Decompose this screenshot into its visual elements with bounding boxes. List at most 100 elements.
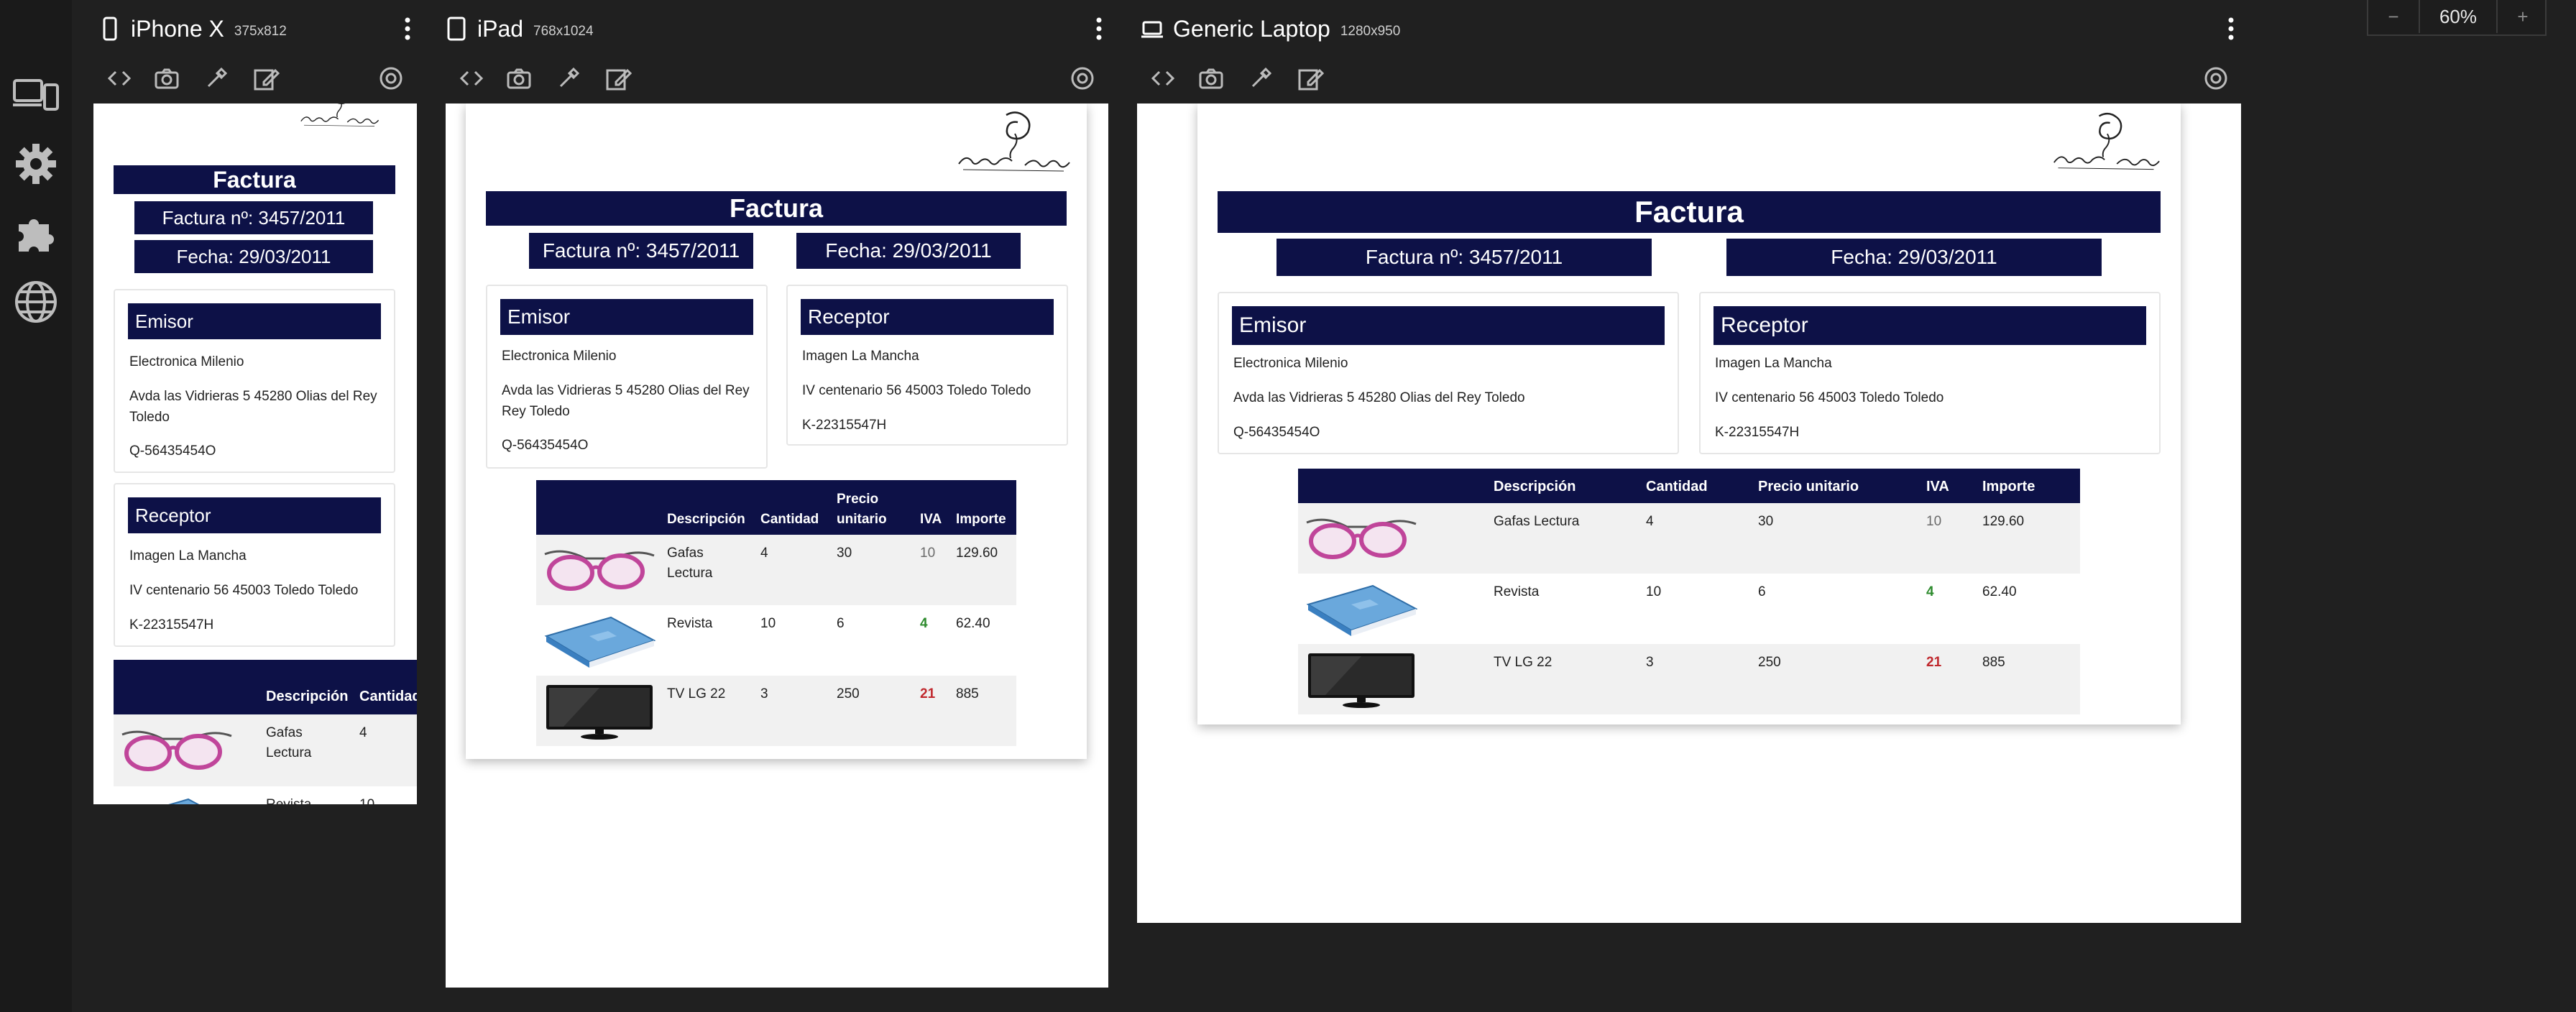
cell-descripcion: Revista: [667, 616, 713, 631]
eyedropper-icon[interactable]: [555, 65, 582, 92]
receptor-address: IV centenario 56 45003 Toledo Toledo: [802, 383, 1031, 398]
cell-importe: 885: [1982, 655, 2005, 670]
receptor-address: IV centenario 56 45003 Toledo Toledo: [1715, 390, 1944, 405]
cell-importe: 885: [956, 686, 979, 702]
ipad-viewport[interactable]: Factura Factura nº: 3457/2011 Fecha: 29/…: [446, 104, 1108, 988]
emisor-address: Avda las Vidrieras 5 45280 Olias del Rey…: [1233, 390, 1525, 405]
eyedropper-icon[interactable]: [1247, 65, 1274, 92]
device-title-ipad: iPad 768x1024: [446, 13, 594, 45]
zoom-level: 60%: [2419, 0, 2498, 33]
table-row: Gafas Lectura 4: [114, 714, 417, 786]
more-icon[interactable]: [1094, 16, 1104, 42]
col-descripcion: Descripción: [266, 689, 349, 704]
emisor-tax-id: Q-56435454O: [1233, 425, 1320, 440]
edit-icon[interactable]: [1297, 65, 1324, 92]
table-row: TV LG 22 3 250 21 885: [1298, 644, 2080, 714]
emisor-name: Electronica Milenio: [502, 349, 617, 364]
book-image: [542, 612, 657, 669]
device-name: iPad: [477, 15, 524, 42]
globe-icon[interactable]: [13, 279, 59, 325]
edit-icon[interactable]: [604, 65, 632, 92]
invoice-title: Factura: [1218, 191, 2161, 233]
receptor-heading: Receptor: [801, 299, 1054, 335]
more-icon[interactable]: [2226, 16, 2236, 42]
table-header: Descripción Cantidad Precio unitario IVA…: [536, 480, 1016, 535]
cell-descripcion: Revista: [1494, 584, 1540, 599]
cell-cantidad: 4: [359, 725, 367, 740]
device-name: Generic Laptop: [1173, 15, 1330, 42]
signature-logo: [956, 108, 1071, 180]
table-row: Revista 10 6 4 62.40: [536, 605, 1016, 676]
edit-icon[interactable]: [252, 65, 280, 92]
cell-iva: 21: [1926, 655, 1942, 670]
table-row: Revista 10 6 4 62.40: [1298, 574, 2080, 644]
cell-descripcion: Revista: [266, 795, 311, 804]
emisor-heading: Emisor: [128, 303, 381, 339]
code-icon[interactable]: [1149, 65, 1177, 92]
receptor-tax-id: K-22315547H: [802, 418, 887, 433]
device-title-laptop: Generic Laptop 1280x950: [1141, 13, 1400, 45]
rotate-icon[interactable]: [1069, 65, 1096, 92]
cell-cantidad: 3: [1646, 655, 1654, 670]
invoice-date: Fecha: 29/03/2011: [1726, 239, 2102, 276]
code-icon[interactable]: [458, 65, 485, 92]
invoice-date: Fecha: 29/03/2011: [134, 240, 373, 273]
emisor-card: Emisor Electronica Milenio Avda las Vidr…: [1218, 292, 1679, 454]
device-name: iPhone X: [131, 15, 224, 42]
receptor-name: Imagen La Mancha: [1715, 356, 1832, 371]
invoice-title: Factura: [486, 191, 1067, 226]
col-importe: Importe: [1982, 479, 2036, 494]
eyedropper-icon[interactable]: [203, 65, 230, 92]
cell-iva: 4: [1926, 584, 1934, 599]
tv-image: [1304, 650, 1419, 708]
receptor-heading: Receptor: [128, 497, 381, 533]
cell-descripcion: TV LG 22: [667, 686, 726, 702]
puzzle-icon[interactable]: [13, 210, 59, 256]
cell-descripcion: Gafas: [667, 546, 704, 561]
iphone-viewport[interactable]: Factura Factura nº: 3457/2011 Fecha: 29/…: [93, 104, 417, 804]
cell-iva: 10: [1926, 514, 1942, 529]
more-icon[interactable]: [402, 16, 413, 42]
gear-icon[interactable]: [13, 141, 59, 187]
emisor-name: Electronica Milenio: [129, 354, 244, 369]
zoom-in-button[interactable]: +: [2498, 0, 2548, 33]
zoom-out-button[interactable]: −: [2368, 0, 2419, 33]
camera-icon[interactable]: [1197, 65, 1225, 92]
col-precio: Precio: [837, 492, 879, 507]
cell-descripcion: TV LG 22: [1494, 655, 1552, 670]
invoice-number: Factura nº: 3457/2011: [1276, 239, 1652, 276]
cell-precio: 30: [837, 546, 852, 561]
col-iva: IVA: [920, 512, 942, 527]
col-descripcion: Descripción: [667, 512, 745, 527]
code-icon[interactable]: [106, 65, 133, 92]
cell-precio: 6: [837, 616, 845, 631]
device-title-iphone: iPhone X 375x812: [99, 13, 287, 45]
col-cantidad: Cantidad: [359, 689, 417, 704]
cell-descripcion: Gafas: [266, 725, 303, 740]
laptop-viewport[interactable]: Factura Factura nº: 3457/2011 Fecha: 29/…: [1137, 104, 2241, 923]
invoice-number: Factura nº: 3457/2011: [134, 201, 373, 234]
table-row: Gafas Lectura 4 30 10 129.60: [1298, 503, 2080, 574]
signature-logo: [2051, 109, 2161, 178]
col-cantidad: Cantidad: [1646, 479, 1708, 494]
camera-icon[interactable]: [153, 65, 180, 92]
camera-icon[interactable]: [505, 65, 533, 92]
emisor-heading: Emisor: [1232, 306, 1665, 345]
receptor-heading: Receptor: [1714, 306, 2146, 345]
rotate-icon[interactable]: [377, 65, 405, 92]
sidebar: [0, 0, 72, 1012]
tablet-icon: [446, 17, 467, 41]
cell-cantidad: 10: [760, 616, 776, 631]
devices-icon[interactable]: [13, 72, 59, 118]
table-header: Descripción Cantidad Precio unitario IVA…: [1298, 469, 2080, 503]
col-precio: Precio unitario: [1758, 479, 1859, 494]
table-row: Revista 10: [114, 786, 417, 804]
emisor-address-line1: Avda las Vidrieras 5 45280 Olias del Rey: [129, 389, 377, 404]
cell-cantidad: 10: [1646, 584, 1662, 599]
col-iva: IVA: [1926, 479, 1949, 494]
invoice-title: Factura: [114, 165, 395, 194]
device-size: 1280x950: [1340, 24, 1401, 39]
rotate-icon[interactable]: [2202, 65, 2230, 92]
book-image: [1304, 580, 1419, 638]
col-descripcion: Descripción: [1494, 479, 1576, 494]
